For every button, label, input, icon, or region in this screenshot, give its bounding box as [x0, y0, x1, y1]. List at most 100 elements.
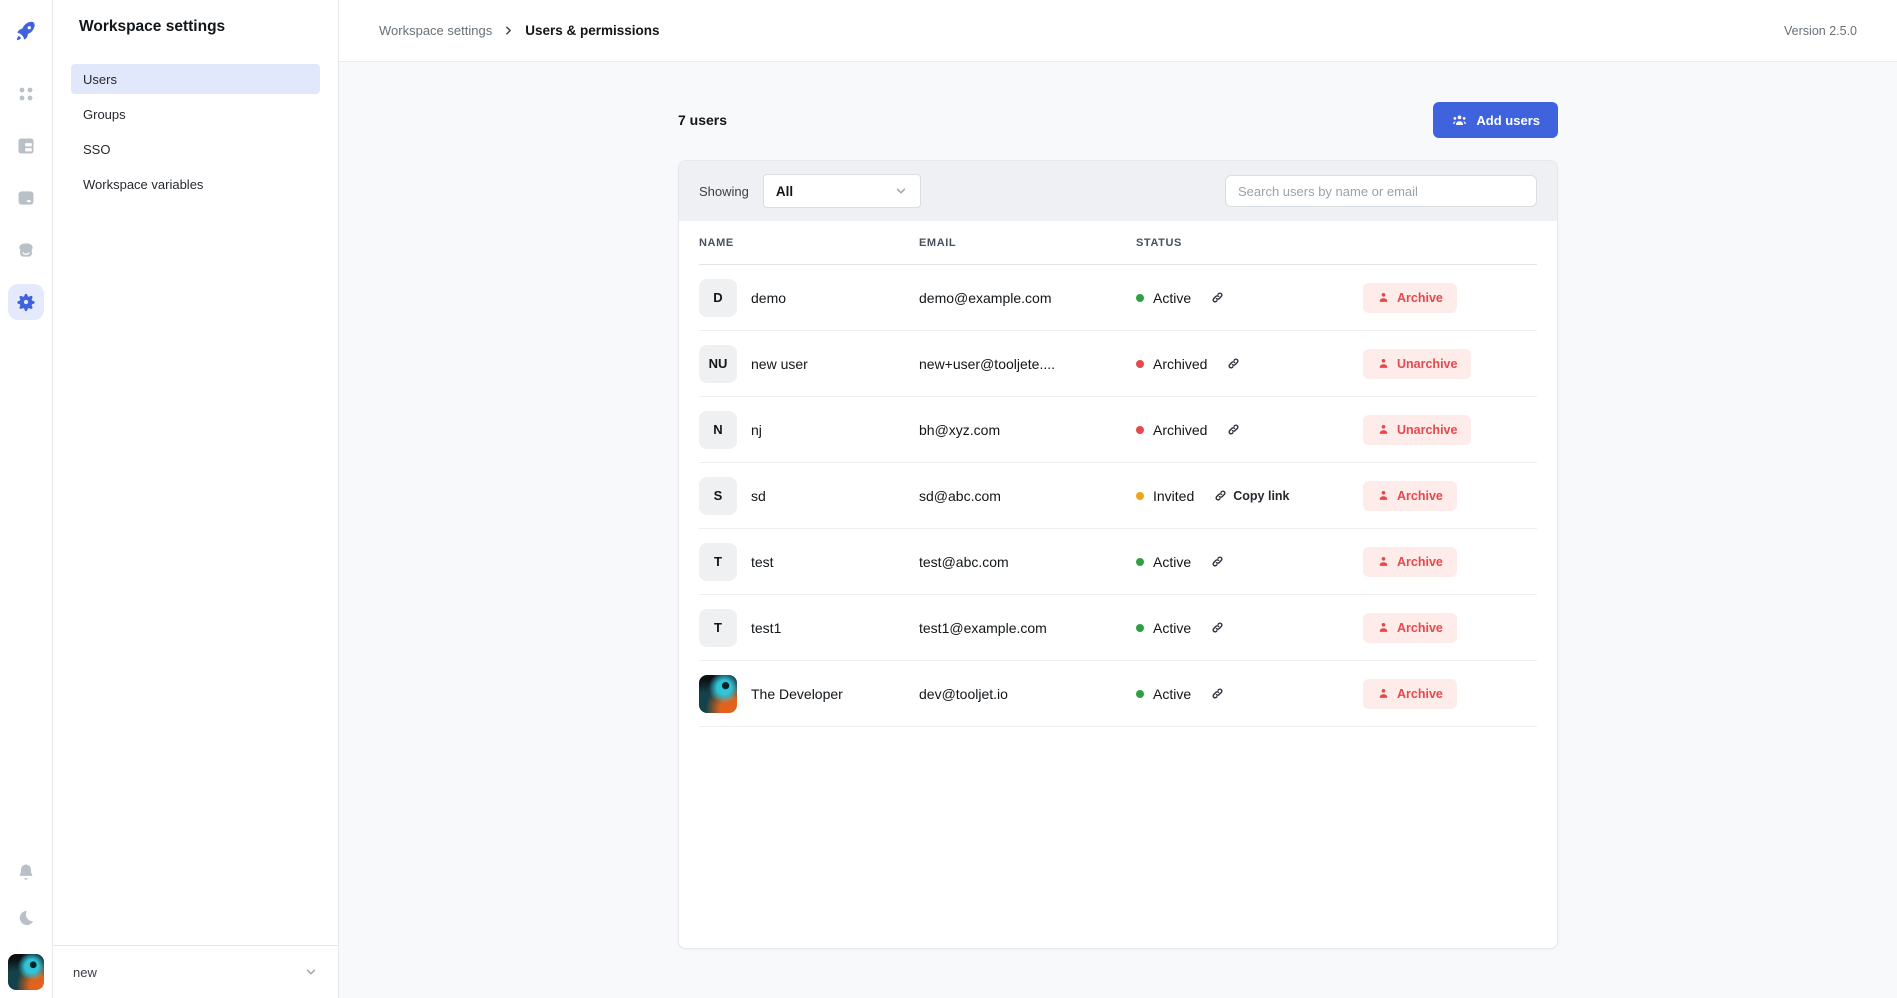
user-name: nj [751, 422, 762, 438]
status-label: Active [1153, 620, 1191, 636]
avatar: N [699, 411, 737, 449]
main-area: Workspace settings Users & permissions V… [339, 0, 1897, 998]
archive-user-icon [1377, 423, 1390, 436]
user-email: bh@xyz.com [919, 422, 1136, 438]
showing-filter-select[interactable]: All [763, 174, 921, 208]
archive-user-icon [1377, 291, 1390, 304]
table-row: The Developer dev@tooljet.io Active [699, 661, 1537, 727]
avatar: D [699, 279, 737, 317]
link-icon [1211, 687, 1224, 700]
user-email: demo@example.com [919, 290, 1136, 306]
table-row: D demo demo@example.com Active [699, 265, 1537, 331]
archive-button-label: Archive [1397, 621, 1443, 635]
app-window: Workspace settings Users Groups SSO Workspa… [0, 0, 1897, 998]
archive-button-label: Archive [1397, 291, 1443, 305]
archive-user-icon [1377, 489, 1390, 502]
user-name: test [751, 554, 774, 570]
status-dot [1136, 624, 1144, 632]
avatar: T [699, 543, 737, 581]
workspace-switcher[interactable]: new [53, 945, 338, 998]
workspace-name: new [73, 965, 97, 980]
archive-button[interactable]: Unarchive [1363, 415, 1471, 445]
user-email: dev@tooljet.io [919, 686, 1136, 702]
archive-button[interactable]: Archive [1363, 679, 1457, 709]
sidebar-item-users[interactable]: Users [71, 64, 320, 94]
status-dot [1136, 294, 1144, 302]
link-icon [1211, 555, 1224, 568]
filter-selected-value: All [776, 184, 793, 199]
copy-link-button[interactable] [1227, 423, 1246, 436]
archive-button[interactable]: Archive [1363, 613, 1457, 643]
user-avatar[interactable] [8, 954, 44, 990]
sidebar-item-sso[interactable]: SSO [71, 134, 320, 164]
moon-icon[interactable] [16, 908, 36, 928]
table-row: N nj bh@xyz.com Archived [699, 397, 1537, 463]
settings-sidebar: Workspace settings UsersGroupsSSOWorkspa… [53, 0, 339, 998]
search-users-input[interactable] [1225, 175, 1537, 207]
link-icon [1211, 291, 1224, 304]
archive-button[interactable]: Archive [1363, 283, 1457, 313]
status-label: Archived [1153, 422, 1207, 438]
table-row: T test test@abc.com Active [699, 529, 1537, 595]
content-area: 7 users Add users [339, 62, 1897, 998]
users-card: Showing All NAME EMAIL [678, 160, 1558, 949]
archive-button[interactable]: Archive [1363, 481, 1457, 511]
copy-link-button[interactable] [1227, 357, 1246, 370]
avatar: T [699, 609, 737, 647]
user-name: demo [751, 290, 786, 306]
chevron-right-icon [502, 24, 515, 37]
layout-icon[interactable] [8, 128, 44, 164]
icon-rail [0, 0, 53, 998]
sidebar-item-workspace-variables[interactable]: Workspace variables [71, 169, 320, 199]
avatar: NU [699, 345, 737, 383]
list-header: 7 users Add users [678, 102, 1558, 138]
sidebar-item-groups[interactable]: Groups [71, 99, 320, 129]
marketplace-icon[interactable] [8, 232, 44, 268]
archive-button[interactable]: Archive [1363, 547, 1457, 577]
link-icon [1211, 621, 1224, 634]
chevron-down-icon [304, 965, 318, 979]
user-name: new user [751, 356, 808, 372]
archive-button-label: Archive [1397, 489, 1443, 503]
add-users-button[interactable]: Add users [1433, 102, 1558, 138]
table-header-row: NAME EMAIL STATUS [699, 221, 1537, 265]
status-label: Active [1153, 554, 1191, 570]
topbar: Workspace settings Users & permissions V… [339, 0, 1897, 62]
add-users-icon [1451, 112, 1468, 129]
archive-button[interactable]: Unarchive [1363, 349, 1471, 379]
breadcrumb-parent[interactable]: Workspace settings [379, 23, 492, 38]
breadcrumb-current: Users & permissions [525, 23, 659, 38]
user-name: The Developer [751, 686, 843, 702]
copy-link-button[interactable] [1211, 687, 1230, 700]
tooljet-rocket-logo-icon[interactable] [11, 16, 41, 46]
copy-link-button[interactable] [1211, 555, 1230, 568]
rail-nav [8, 76, 44, 320]
rail-footer [8, 862, 44, 998]
add-users-label: Add users [1476, 113, 1540, 128]
copy-link-button[interactable] [1211, 291, 1230, 304]
table-row: NU new user new+user@tooljete.... Archiv… [699, 331, 1537, 397]
avatar [699, 675, 737, 713]
archive-button-label: Unarchive [1397, 423, 1457, 437]
archive-button-label: Archive [1397, 555, 1443, 569]
status-label: Active [1153, 290, 1191, 306]
table-row: T test1 test1@example.com Active [699, 595, 1537, 661]
database-icon[interactable] [8, 180, 44, 216]
version-label: Version 2.5.0 [1784, 24, 1857, 38]
archive-button-label: Archive [1397, 687, 1443, 701]
user-email: test1@example.com [919, 620, 1136, 636]
copy-link-button[interactable] [1211, 621, 1230, 634]
filter-bar: Showing All [679, 161, 1557, 221]
breadcrumb: Workspace settings Users & permissions [379, 23, 660, 38]
copy-link-label: Copy link [1233, 489, 1289, 503]
column-header-email: EMAIL [919, 237, 1136, 249]
link-icon [1227, 357, 1240, 370]
settings-gear-icon[interactable] [8, 284, 44, 320]
link-icon [1214, 489, 1227, 502]
column-header-name: NAME [699, 237, 919, 249]
status-label: Active [1153, 686, 1191, 702]
apps-icon[interactable] [8, 76, 44, 112]
bell-icon[interactable] [16, 862, 36, 882]
copy-link-button[interactable]: Copy link [1214, 489, 1289, 503]
archive-button-label: Unarchive [1397, 357, 1457, 371]
